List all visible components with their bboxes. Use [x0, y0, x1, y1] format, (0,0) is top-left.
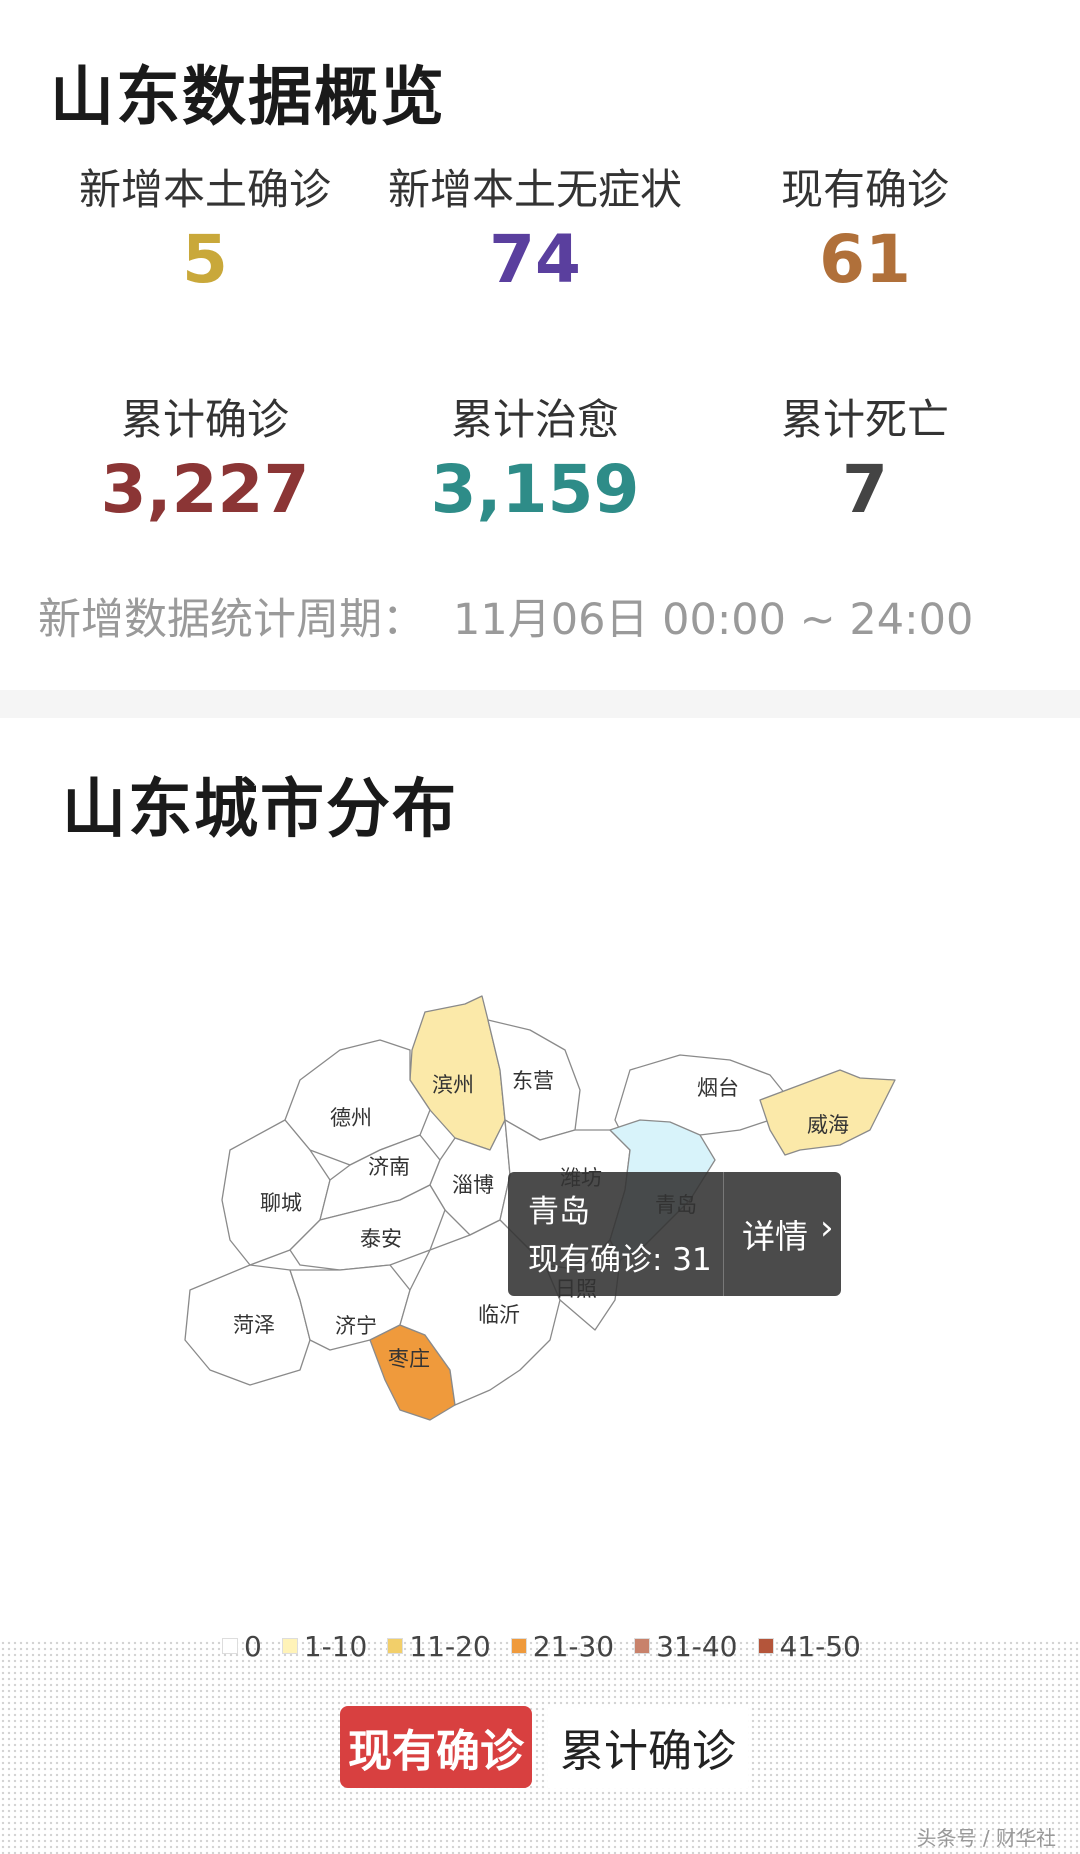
- stat-value: 74: [489, 221, 581, 298]
- map-tooltip[interactable]: 青岛 现有确诊: 31 详情 ›: [508, 1172, 841, 1296]
- label-dongying: 东营: [512, 1069, 554, 1093]
- label-jining: 济宁: [335, 1314, 377, 1338]
- label-linyi: 临沂: [478, 1303, 520, 1327]
- legend-item[interactable]: 1-10: [281, 1629, 368, 1663]
- tooltip-separator: [723, 1172, 724, 1296]
- chevron-right-icon[interactable]: ›: [820, 1208, 834, 1248]
- stat-value: 7: [842, 451, 888, 528]
- stat-label: 新增本土确诊: [78, 165, 331, 214]
- legend-swatch: [757, 1638, 774, 1654]
- label-liaocheng: 聊城: [260, 1191, 302, 1215]
- tooltip-city: 青岛: [528, 1194, 590, 1230]
- map-legend: 0 1-10 11-20 21-30 31-40 41-50: [222, 1626, 881, 1666]
- label-weihai: 威海: [807, 1113, 849, 1137]
- legend-label: 41-50: [779, 1629, 861, 1663]
- city-title: 山东城市分布: [62, 773, 458, 847]
- legend-label: 21-30: [532, 1629, 615, 1663]
- stat-total-deaths: 累计死亡 7: [700, 392, 1030, 530]
- stat-new-local-confirmed: 新增本土确诊 5: [40, 162, 370, 300]
- section-divider: [0, 690, 1080, 718]
- label-binzhou: 滨州: [432, 1073, 474, 1097]
- label-zibo: 淄博: [452, 1173, 494, 1197]
- label-yantai: 烟台: [697, 1076, 739, 1100]
- tab-current-confirmed[interactable]: 现有确诊: [340, 1706, 532, 1788]
- watermark: 头条号 / 财华社: [916, 1826, 1056, 1850]
- tooltip-detail-link[interactable]: 详情: [742, 1210, 808, 1258]
- period-value: 11月06日 00:00 ~ 24:00: [453, 595, 974, 645]
- label-dezhou: 德州: [330, 1106, 372, 1130]
- stat-current-confirmed: 现有确诊 61: [700, 162, 1030, 300]
- stat-period: 新增数据统计周期： 11月06日 00:00 ~ 24:00: [38, 585, 973, 647]
- tooltip-metric: 现有确诊: 31: [528, 1242, 712, 1278]
- label-zaozhuang: 枣庄: [388, 1347, 430, 1371]
- label-jinan: 济南: [368, 1155, 410, 1179]
- legend-item[interactable]: 0: [222, 1630, 262, 1663]
- legend-swatch: [281, 1638, 298, 1654]
- legend-item[interactable]: 11-20: [387, 1629, 491, 1663]
- legend-label: 1-10: [303, 1629, 368, 1663]
- stat-value: 3,159: [430, 451, 640, 528]
- label-taian: 泰安: [360, 1227, 402, 1251]
- legend-label: 31-40: [656, 1629, 738, 1663]
- period-label: 新增数据统计周期：: [38, 595, 425, 645]
- legend-item[interactable]: 41-50: [757, 1629, 861, 1663]
- stat-label: 累计治愈: [450, 395, 619, 444]
- overview-title: 山东数据概览: [50, 61, 446, 135]
- stat-new-local-asymptomatic: 新增本土无症状 74: [370, 162, 700, 300]
- tab-total-confirmed[interactable]: 累计确诊: [548, 1706, 748, 1788]
- stat-value: 61: [819, 221, 911, 298]
- stat-label: 累计死亡: [780, 395, 949, 444]
- legend-swatch: [222, 1638, 238, 1654]
- legend-swatch: [387, 1638, 404, 1654]
- stat-total-cured: 累计治愈 3,159: [370, 392, 700, 530]
- legend-label: 11-20: [409, 1629, 491, 1663]
- legend-swatch: [510, 1638, 527, 1654]
- legend-label: 0: [244, 1629, 262, 1663]
- stat-value: 5: [182, 221, 228, 298]
- legend-swatch: [634, 1638, 651, 1654]
- stat-label: 现有确诊: [780, 165, 949, 214]
- label-heze: 菏泽: [233, 1313, 275, 1337]
- stat-label: 新增本土无症状: [387, 165, 682, 214]
- legend-item[interactable]: 21-30: [510, 1629, 615, 1663]
- stat-total-confirmed: 累计确诊 3,227: [40, 392, 370, 530]
- stat-label: 累计确诊: [120, 395, 289, 444]
- stat-value: 3,227: [100, 451, 310, 528]
- legend-item[interactable]: 31-40: [634, 1629, 738, 1663]
